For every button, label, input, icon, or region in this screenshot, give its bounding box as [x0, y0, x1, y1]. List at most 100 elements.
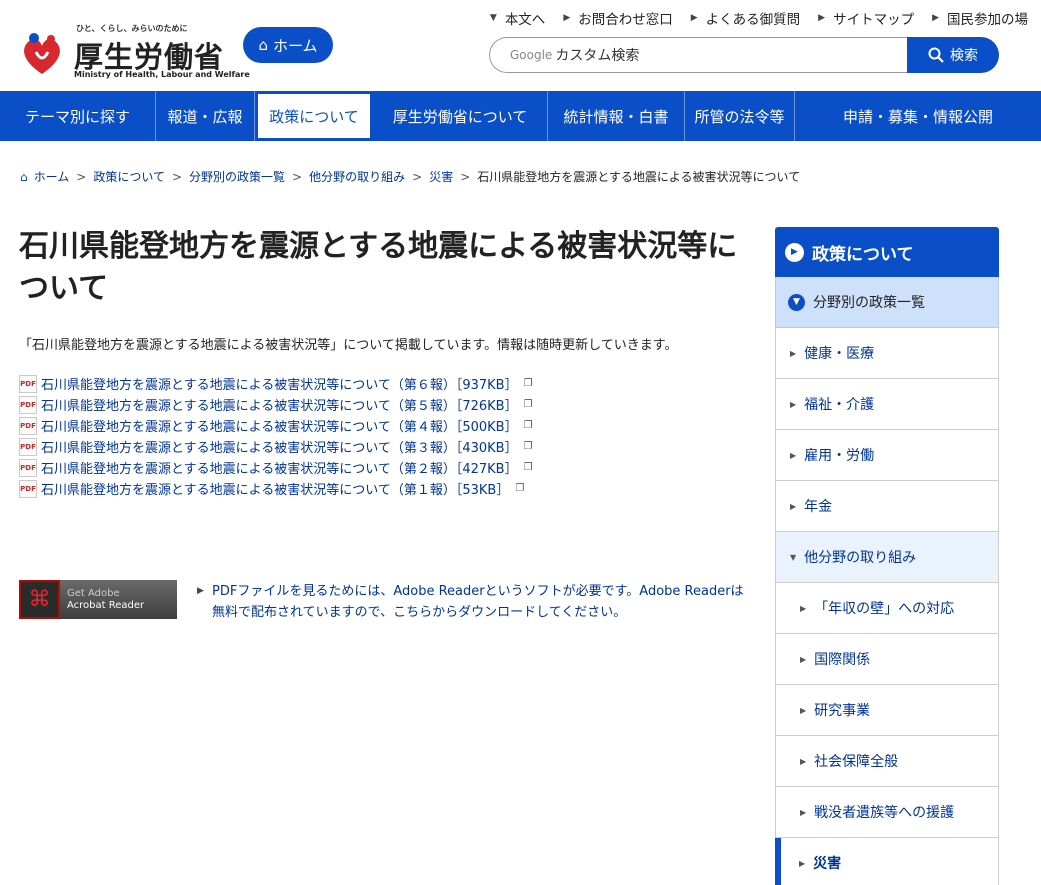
- home-icon: ⌂: [258, 36, 268, 54]
- chevron-right-icon: ▶: [800, 603, 807, 613]
- new-window-icon: ❐: [523, 441, 533, 452]
- list-item: PDF 石川県能登地方を震源とする地震による被害状況等について（第３報）［430K…: [19, 436, 749, 457]
- chevron-right-icon: ▶: [790, 348, 797, 358]
- chevron-right-icon: ▶: [799, 858, 806, 868]
- breadcrumb-separator: >: [460, 169, 471, 184]
- pdf-link[interactable]: 石川県能登地方を震源とする地震による被害状況等について（第２報）［427KB］: [41, 458, 518, 477]
- new-window-icon: ❐: [523, 462, 533, 473]
- util-link-faq[interactable]: ▶ よくある御質問: [691, 8, 800, 28]
- pdf-link[interactable]: 石川県能登地方を震源とする地震による被害状況等について（第６報）［937KB］: [41, 374, 518, 393]
- google-brand: Google: [510, 48, 553, 62]
- pdf-icon: PDF: [19, 479, 37, 498]
- util-link-sitemap[interactable]: ▶ サイトマップ: [818, 8, 914, 28]
- side-item-research[interactable]: ▶ 研究事業: [775, 685, 999, 736]
- pdf-list: PDF 石川県能登地方を震源とする地震による被害状況等について（第６報）［937K…: [19, 373, 749, 499]
- search-button-label: 検索: [950, 48, 978, 64]
- side-item-welfare[interactable]: ▶ 福祉・介護: [775, 379, 999, 430]
- triangle-down-icon: ▼: [489, 13, 497, 23]
- side-item-income-wall[interactable]: ▶ 「年収の壁」への対応: [775, 583, 999, 634]
- logo-tagline: ひと、くらし、みらいのために: [76, 24, 188, 33]
- list-item: PDF 石川県能登地方を震源とする地震による被害状況等について（第４報）［500K…: [19, 415, 749, 436]
- breadcrumb-home[interactable]: ホーム: [34, 168, 70, 185]
- pdf-icon: PDF: [19, 374, 37, 393]
- adobe-download-link[interactable]: PDFファイルを見るためには、Adobe Readerというソフトが必要です。A…: [197, 581, 749, 623]
- breadcrumb-policy-list[interactable]: 分野別の政策一覧: [189, 168, 285, 185]
- pdf-icon: PDF: [19, 416, 37, 435]
- util-link-skip[interactable]: ▼ 本文へ: [490, 8, 545, 28]
- chevron-right-icon: ▶: [197, 586, 204, 596]
- global-nav: テーマ別に探す 報道・広報 政策について 厚生労働省について 統計情報・白書 所…: [0, 91, 1041, 141]
- new-window-icon: ❐: [523, 378, 533, 389]
- chevron-right-icon: ▶: [790, 399, 797, 409]
- gnav-press[interactable]: 報道・広報: [156, 91, 255, 141]
- gnav-theme[interactable]: テーマ別に探す: [0, 91, 156, 141]
- pdf-icon: PDF: [19, 437, 37, 456]
- side-nav: ▶ 政策について ▼ 分野別の政策一覧 ▶ 健康・医療 ▶ 福祉・介護 ▶ 雇用・労働…: [775, 227, 999, 885]
- pdf-link[interactable]: 石川県能登地方を震源とする地震による被害状況等について（第３報）［430KB］: [41, 437, 518, 456]
- breadcrumb-other-fields[interactable]: 他分野の取り組み: [309, 168, 405, 185]
- chevron-right-icon: ▶: [563, 13, 571, 23]
- breadcrumb: ⌂ ホーム > 政策について > 分野別の政策一覧 > 他分野の取り組み > 災…: [20, 168, 800, 185]
- pdf-link[interactable]: 石川県能登地方を震源とする地震による被害状況等について（第１報）［53KB］: [41, 479, 509, 498]
- side-nav-subheading[interactable]: ▼ 分野別の政策一覧: [775, 277, 999, 328]
- search-button[interactable]: 検索: [907, 37, 999, 73]
- main-content: 石川県能登地方を震源とする地震による被害状況等について 「石川県能登地方を震源と…: [19, 226, 749, 499]
- home-icon: ⌂: [20, 169, 28, 184]
- util-link-participation[interactable]: ▶ 国民参加の場: [932, 8, 1028, 28]
- pdf-icon: PDF: [19, 395, 37, 414]
- chevron-right-icon: ▶: [790, 450, 797, 460]
- chevron-right-icon: ▶: [800, 654, 807, 664]
- logo-english-name: Ministry of Health, Labour and Welfare: [74, 70, 250, 79]
- side-item-pension[interactable]: ▶ 年金: [775, 481, 999, 532]
- page-title: 石川県能登地方を震源とする地震による被害状況等について: [19, 229, 738, 306]
- site-header: ひと、くらし、みらいのために 厚生労働省 Ministry of Health,…: [0, 0, 1041, 91]
- chevron-right-icon: ▶: [818, 13, 826, 23]
- side-item-social-security[interactable]: ▶ 社会保障全般: [775, 736, 999, 787]
- adobe-product-label: Acrobat Reader: [67, 599, 145, 611]
- home-button-label: ホーム: [272, 36, 318, 55]
- side-item-international[interactable]: ▶ 国際関係: [775, 634, 999, 685]
- chevron-right-icon: ▶: [785, 242, 804, 262]
- side-nav-heading[interactable]: ▶ 政策について: [775, 227, 999, 277]
- mhlw-logo[interactable]: ひと、くらし、みらいのために 厚生労働省 Ministry of Health,…: [18, 20, 250, 82]
- side-item-other-fields[interactable]: ▼ 他分野の取り組み: [775, 532, 999, 583]
- new-window-icon: ❐: [515, 483, 525, 494]
- list-item: PDF 石川県能登地方を震源とする地震による被害状況等について（第２報）［427K…: [19, 457, 749, 478]
- adobe-reader-badge[interactable]: ⌘ Get Adobe Acrobat Reader: [19, 580, 177, 619]
- side-item-war-bereaved[interactable]: ▶ 戦没者遺族等への援護: [775, 787, 999, 838]
- chevron-right-icon: ▶: [690, 13, 698, 23]
- chevron-right-icon: ▶: [800, 807, 807, 817]
- list-item: PDF 石川県能登地方を震源とする地震による被害状況等について（第５報）［726K…: [19, 394, 749, 415]
- search-placeholder: カスタム検索: [555, 48, 640, 64]
- chevron-down-icon: ▼: [788, 293, 805, 311]
- util-link-contact[interactable]: ▶ お問合わせ窓口: [563, 8, 672, 28]
- chevron-right-icon: ▶: [790, 501, 797, 511]
- list-item: PDF 石川県能登地方を震源とする地震による被害状況等について（第６報）［937K…: [19, 373, 749, 394]
- search-input[interactable]: Google カスタム検索: [489, 37, 909, 73]
- breadcrumb-policy[interactable]: 政策について: [93, 168, 165, 185]
- adobe-get-label: Get Adobe: [67, 587, 120, 599]
- pdf-link[interactable]: 石川県能登地方を震源とする地震による被害状況等について（第５報）［726KB］: [41, 395, 518, 414]
- chevron-right-icon: ▶: [800, 705, 807, 715]
- list-item: PDF 石川県能登地方を震源とする地震による被害状況等について（第１報）［53KB…: [19, 478, 749, 499]
- gnav-about[interactable]: 厚生労働省について: [373, 91, 548, 141]
- breadcrumb-separator: >: [171, 169, 183, 184]
- site-search: Google カスタム検索 検索: [489, 37, 999, 73]
- search-icon: [928, 47, 944, 63]
- breadcrumb-current: 石川県能登地方を震源とする地震による被害状況等について: [477, 170, 801, 184]
- gnav-policy[interactable]: 政策について: [255, 91, 373, 141]
- chevron-down-icon: ▼: [790, 552, 797, 562]
- side-item-health[interactable]: ▶ 健康・医療: [775, 328, 999, 379]
- chevron-right-icon: ▶: [800, 756, 807, 766]
- gnav-laws[interactable]: 所管の法令等: [685, 91, 795, 141]
- adobe-note: ▶ PDFファイルを見るためには、Adobe Readerというソフトが必要です…: [197, 581, 749, 623]
- home-button[interactable]: ⌂ ホーム: [243, 27, 333, 63]
- side-item-disaster[interactable]: ▶ 災害: [775, 838, 999, 885]
- lead-text: 「石川県能登地方を震源とする地震による被害状況等」について掲載しています。情報は…: [19, 338, 678, 353]
- gnav-statistics[interactable]: 統計情報・白書: [548, 91, 685, 141]
- pdf-link[interactable]: 石川県能登地方を震源とする地震による被害状況等について（第４報）［500KB］: [41, 416, 518, 435]
- gnav-applications[interactable]: 申請・募集・情報公開: [795, 91, 1041, 141]
- acrobat-icon: ⌘: [19, 580, 60, 619]
- side-item-employment[interactable]: ▶ 雇用・労働: [775, 430, 999, 481]
- breadcrumb-disaster[interactable]: 災害: [429, 168, 453, 185]
